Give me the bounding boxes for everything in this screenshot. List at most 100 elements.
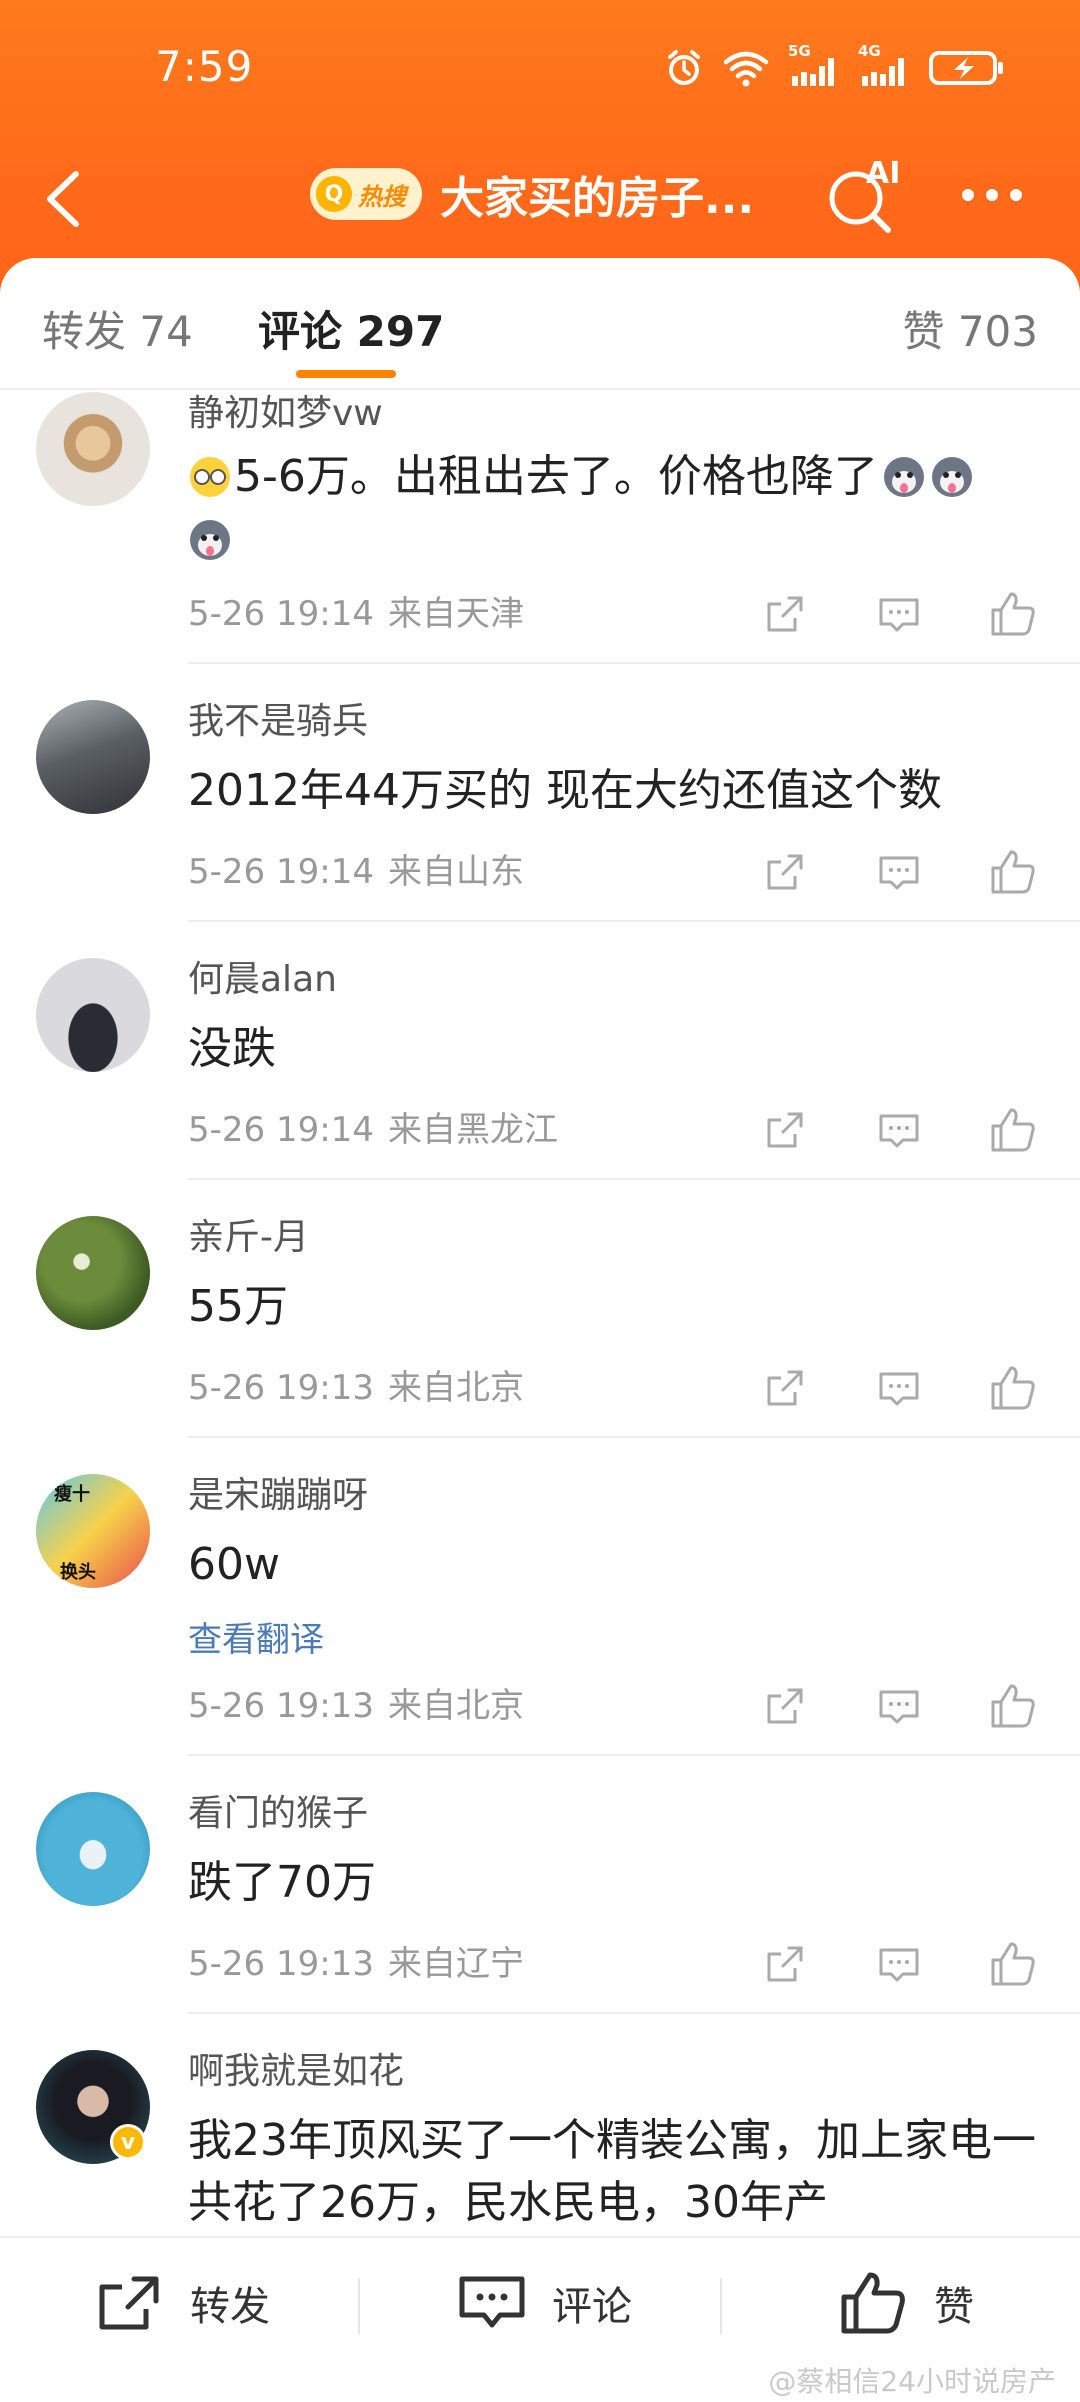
share-button[interactable] <box>758 845 812 899</box>
comment-actions <box>758 1103 1040 1157</box>
comment-text: 2012年44万买的 现在大约还值这个数 <box>188 765 942 816</box>
comment-meta: 5-26 19:13 来自北京 <box>188 1684 524 1728</box>
bottom-comment-button[interactable]: 评论 <box>458 2238 632 2368</box>
like-button[interactable] <box>986 1103 1040 1157</box>
more-dot-icon <box>1010 189 1022 201</box>
more-dot-icon <box>962 189 974 201</box>
comment-meta: 5-26 19:14 来自黑龙江 <box>188 1108 558 1152</box>
comment-username[interactable]: 我不是骑兵 <box>188 700 368 744</box>
share-icon <box>767 1112 803 1148</box>
share-button[interactable] <box>758 1361 812 1415</box>
avatar[interactable]: 瘦十 换头 <box>36 1474 150 1588</box>
comment-text: 我23年顶风买了一个精装公寓，加上家电一共花了26万，民水民电，30年产 <box>188 2115 1036 2228</box>
comment-time: 5-26 19:13 <box>188 1368 374 1408</box>
avatar-text-top: 瘦十 <box>54 1484 90 1505</box>
comment-actions <box>758 1361 1040 1415</box>
avatar[interactable] <box>36 700 150 814</box>
thumbs-up-icon <box>991 1366 1035 1410</box>
comment-username[interactable]: 静初如梦vw <box>188 392 383 436</box>
reply-button[interactable] <box>872 1679 926 1733</box>
comment-actions <box>758 587 1040 641</box>
divider <box>188 662 1080 664</box>
share-icon <box>767 596 803 632</box>
comment-actions <box>758 1679 1040 1733</box>
like-button[interactable] <box>986 1679 1040 1733</box>
reply-button[interactable] <box>872 845 926 899</box>
comment-location: 来自黑龙江 <box>387 1110 558 1150</box>
comment-item: 静初如梦vw <box>188 392 383 436</box>
comment-actions <box>758 845 1040 899</box>
tab-active-indicator <box>296 370 396 378</box>
husky-emoji-icon <box>190 520 230 560</box>
thumbs-up-icon <box>841 2272 905 2334</box>
page-title: 大家买的房子... <box>440 173 755 224</box>
share-button[interactable] <box>758 1679 812 1733</box>
comment-username[interactable]: 亲斤-月 <box>188 1216 309 1260</box>
more-dot-icon <box>986 189 998 201</box>
thumbs-up-icon <box>991 1942 1035 1986</box>
like-button[interactable] <box>986 587 1040 641</box>
husky-emoji-icon <box>883 457 924 497</box>
comment-body: 5-6万。出租出去了。价格也降了 <box>188 446 1048 508</box>
comment-icon <box>879 1948 919 1982</box>
back-button[interactable] <box>36 164 96 234</box>
signal-4g: 4G <box>858 42 910 88</box>
tab-comment[interactable]: 评论 297 <box>258 298 444 359</box>
comment-time: 5-26 19:13 <box>188 1944 374 1984</box>
bottom-like-button[interactable]: 赞 <box>840 2238 974 2368</box>
comment-text: 5-6万。出租出去了。价格也降了 <box>234 451 878 502</box>
avatar[interactable] <box>36 958 150 1072</box>
comment-location: 来自北京 <box>387 1368 524 1408</box>
hot-search-label: 热搜 <box>358 182 406 211</box>
husky-emoji-icon <box>931 457 972 497</box>
reply-button[interactable] <box>872 1361 926 1415</box>
divider <box>188 2012 1080 2014</box>
chevron-left-icon <box>47 171 79 227</box>
comment-meta: 5-26 19:13 来自北京 <box>188 1366 524 1410</box>
reply-button[interactable] <box>872 1937 926 1991</box>
tab-like[interactable]: 赞 703 <box>902 298 1038 359</box>
like-button[interactable] <box>986 845 1040 899</box>
comment-username[interactable]: 看门的猴子 <box>188 1792 368 1836</box>
tab-repost[interactable]: 转发 74 <box>42 298 193 359</box>
avatar[interactable] <box>36 392 150 506</box>
ai-label: AI <box>866 156 901 191</box>
comment-time: 5-26 19:13 <box>188 1686 374 1726</box>
thumbs-up-icon <box>991 1684 1035 1728</box>
comment-icon <box>879 598 919 632</box>
comment-meta: 5-26 19:13 来自辽宁 <box>188 1942 524 1986</box>
comment-meta: 5-26 19:14 来自天津 <box>188 592 524 636</box>
share-icon <box>99 2276 159 2330</box>
divider <box>188 1178 1080 1180</box>
bottom-repost-button[interactable]: 转发 <box>96 2238 270 2368</box>
translate-link[interactable]: 查看翻译 <box>188 1618 324 1662</box>
divider <box>188 1436 1080 1438</box>
verified-badge-icon: v <box>110 2124 146 2160</box>
thumbs-up-icon <box>991 592 1035 636</box>
comment-time: 5-26 19:14 <box>188 1110 374 1150</box>
bottom-separator <box>358 2278 360 2334</box>
thumbs-up-icon <box>991 850 1035 894</box>
status-icons: 5G 4G <box>664 42 1006 88</box>
share-button[interactable] <box>758 587 812 641</box>
ai-search-button[interactable]: AI <box>822 154 902 234</box>
search-icon: Q <box>316 176 352 212</box>
share-button[interactable] <box>758 1103 812 1157</box>
reply-button[interactable] <box>872 587 926 641</box>
like-button[interactable] <box>986 1937 1040 1991</box>
comment-text: 60w <box>188 1539 280 1590</box>
reply-button[interactable] <box>872 1103 926 1157</box>
comment-time: 5-26 19:14 <box>188 852 374 892</box>
avatar[interactable] <box>36 1792 150 1906</box>
more-button[interactable] <box>962 180 1034 210</box>
like-button[interactable] <box>986 1361 1040 1415</box>
share-button[interactable] <box>758 1937 812 1991</box>
hot-search-badge[interactable]: Q 热搜 <box>310 168 422 220</box>
comment-username[interactable]: 是宋蹦蹦呀 <box>188 1474 368 1518</box>
comment-username[interactable]: 何晨alan <box>188 958 337 1002</box>
comment-username[interactable]: 啊我就是如花 <box>188 2050 404 2094</box>
bottom-repost-label: 转发 <box>190 2284 270 2330</box>
avatar[interactable] <box>36 1216 150 1330</box>
comment-text: 没跌 <box>188 1023 276 1074</box>
divider <box>188 1754 1080 1756</box>
